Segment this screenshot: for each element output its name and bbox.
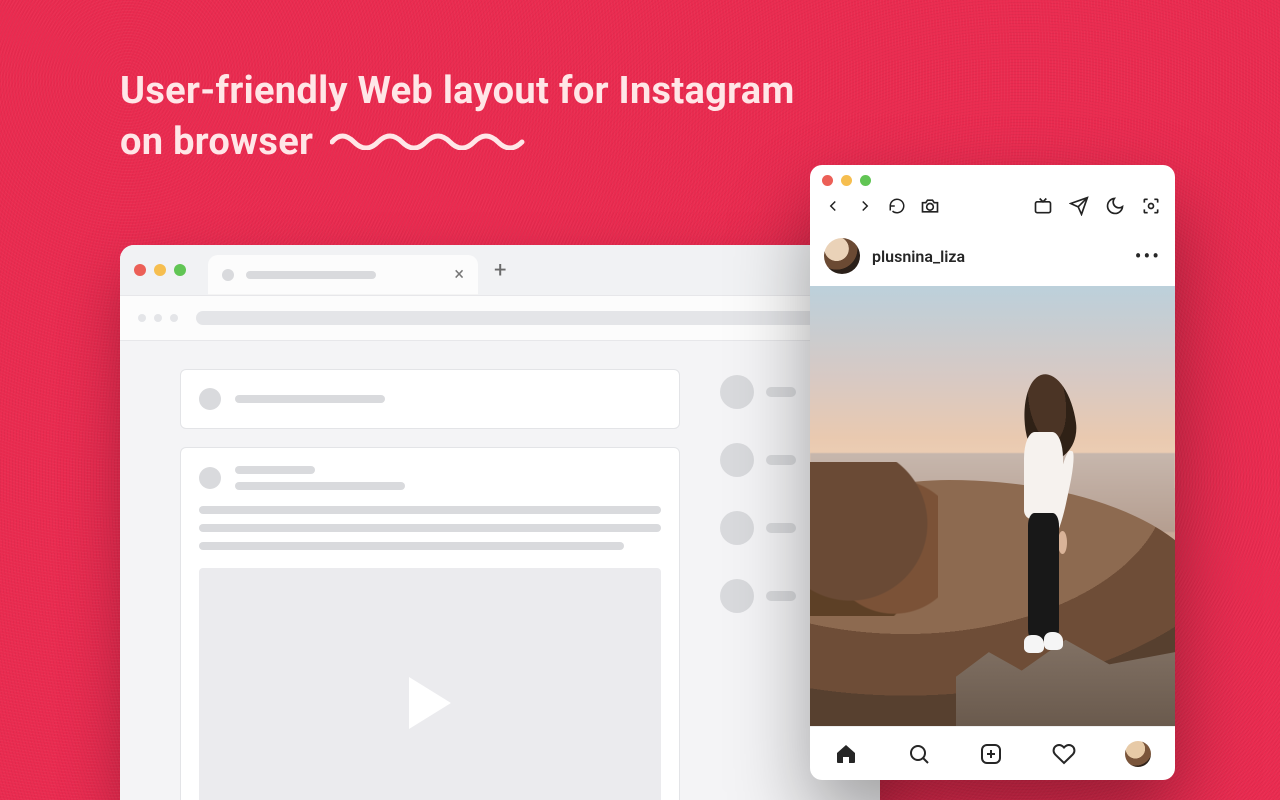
headline-line-2: on browser <box>120 120 313 164</box>
text-placeholder <box>235 395 385 403</box>
sidebar-item[interactable] <box>720 443 820 477</box>
reload-button[interactable] <box>170 314 178 322</box>
add-post-icon[interactable] <box>979 742 1003 766</box>
play-icon <box>409 677 451 729</box>
window-controls <box>134 264 186 276</box>
avatar-placeholder <box>720 375 754 409</box>
avatar-placeholder <box>720 579 754 613</box>
reload-icon[interactable] <box>888 197 906 215</box>
video-thumbnail[interactable] <box>199 568 661 800</box>
send-icon[interactable] <box>1069 196 1089 216</box>
post-photo[interactable] <box>810 286 1175 726</box>
feed-card <box>180 369 680 429</box>
tv-icon[interactable] <box>1033 196 1053 216</box>
profile-avatar[interactable] <box>1125 741 1151 767</box>
browser-tabstrip: × + <box>120 245 880 295</box>
bottom-tabbar <box>810 726 1175 780</box>
squiggle-decoration-icon <box>330 130 530 150</box>
home-icon[interactable] <box>834 742 858 766</box>
text-placeholder <box>199 506 661 514</box>
tab-close-button[interactable]: × <box>454 266 464 284</box>
sidebar-item[interactable] <box>720 511 820 545</box>
avatar-placeholder <box>199 467 221 489</box>
headline-line-1: User-friendly Web layout for Instagram <box>120 69 795 113</box>
username[interactable]: plusnina_liza <box>872 247 965 266</box>
forward-icon[interactable] <box>856 197 874 215</box>
avatar-placeholder <box>199 388 221 410</box>
back-button[interactable] <box>138 314 146 322</box>
feed-card <box>180 447 680 800</box>
more-options-button[interactable]: ••• <box>1135 244 1161 268</box>
close-window-button[interactable] <box>822 175 833 186</box>
forward-button[interactable] <box>154 314 162 322</box>
maximize-window-button[interactable] <box>174 264 186 276</box>
close-window-button[interactable] <box>134 264 146 276</box>
back-icon[interactable] <box>824 197 842 215</box>
browser-window: × + <box>120 245 880 800</box>
moon-icon[interactable] <box>1105 196 1125 216</box>
text-placeholder <box>235 466 315 474</box>
search-icon[interactable] <box>907 742 931 766</box>
tab-favicon-icon <box>222 269 234 281</box>
page-content <box>120 341 880 800</box>
photo-bush <box>810 462 938 616</box>
photo-person <box>1000 374 1088 664</box>
new-tab-button[interactable]: + <box>494 258 506 283</box>
text-placeholder <box>766 455 796 465</box>
camera-icon[interactable] <box>920 196 940 216</box>
feed-column <box>180 369 680 800</box>
text-placeholder <box>766 591 796 601</box>
url-field[interactable] <box>196 311 862 325</box>
sidebar-item[interactable] <box>720 375 820 409</box>
text-placeholder <box>235 482 405 490</box>
scan-icon[interactable] <box>1141 196 1161 216</box>
minimize-window-button[interactable] <box>154 264 166 276</box>
text-placeholder <box>199 542 624 550</box>
maximize-window-button[interactable] <box>860 175 871 186</box>
tab-title-placeholder <box>246 271 376 279</box>
avatar-placeholder <box>720 511 754 545</box>
app-toolbar <box>810 192 1175 226</box>
address-bar <box>120 295 880 341</box>
text-placeholder <box>766 387 796 397</box>
app-panel: plusnina_liza ••• <box>810 165 1175 780</box>
text-placeholder <box>766 523 796 533</box>
browser-tab[interactable]: × <box>208 255 478 295</box>
user-avatar[interactable] <box>824 238 860 274</box>
sidebar-column <box>720 369 820 800</box>
heart-icon[interactable] <box>1052 742 1076 766</box>
text-placeholder <box>199 524 661 532</box>
avatar-placeholder <box>720 443 754 477</box>
app-window-controls <box>810 165 1175 192</box>
headline: User-friendly Web layout for Instagram o… <box>120 66 795 169</box>
post-header: plusnina_liza ••• <box>810 226 1175 286</box>
minimize-window-button[interactable] <box>841 175 852 186</box>
sidebar-item[interactable] <box>720 579 820 613</box>
